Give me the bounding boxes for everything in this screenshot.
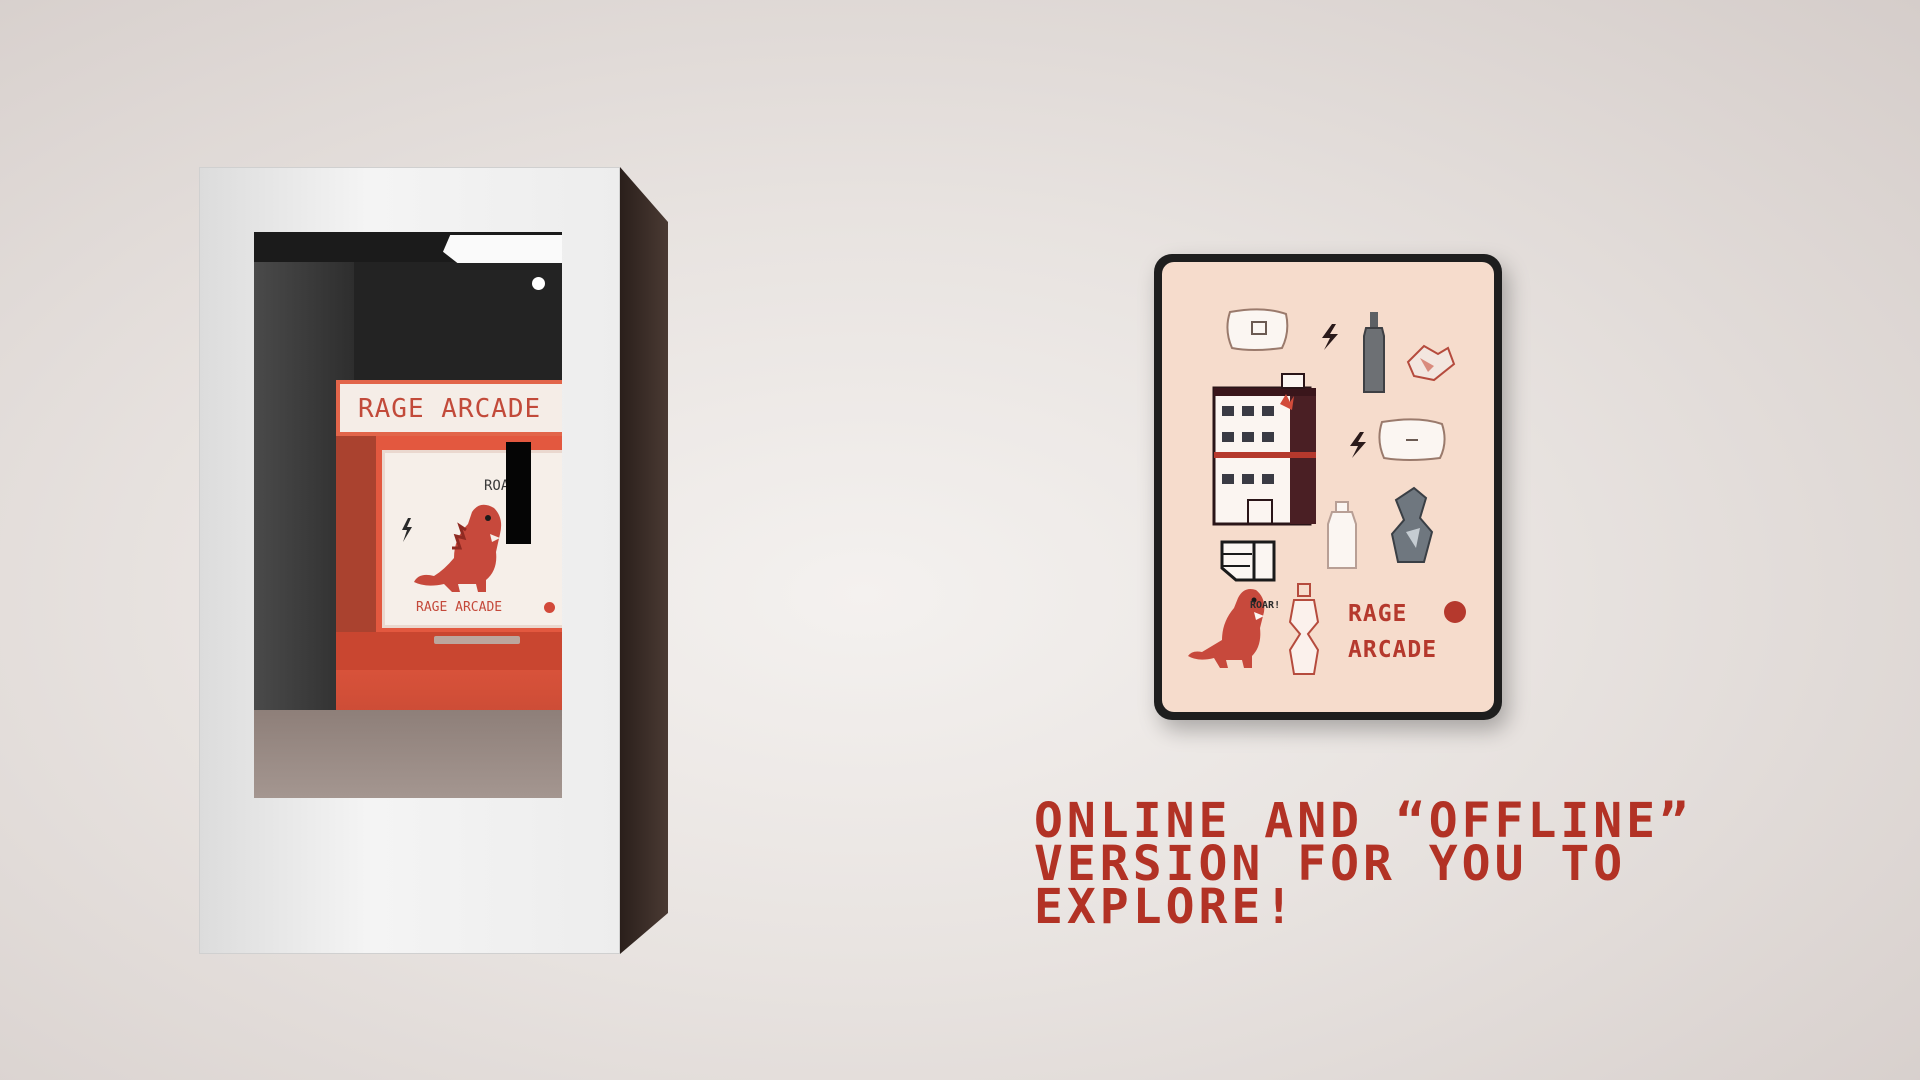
booth-window: RAGE ARCADE ROA RAGE ARCADE xyxy=(254,232,562,798)
crushed-can-icon xyxy=(1390,486,1434,563)
arcade-marquee-title: RAGE ARCADE xyxy=(358,394,542,424)
lightning-icon xyxy=(402,518,412,542)
arcade-marquee: RAGE ARCADE xyxy=(336,380,562,436)
angry-face-icon xyxy=(544,602,555,613)
tablet-title-line1: RAGE xyxy=(1348,601,1408,627)
lightning-icon xyxy=(1350,432,1366,458)
pillow-icon xyxy=(1226,308,1289,351)
screen-glitch-bar xyxy=(506,442,531,544)
glass-bottle-icon xyxy=(1327,501,1357,569)
tablet-screen: ROAR! RAGE ARCADE xyxy=(1162,262,1494,712)
caption-headline: ONLINE AND “OFFLINE” VERSION FOR YOU TO … xyxy=(1034,797,1794,935)
building-icon xyxy=(1212,373,1316,526)
caption-line-3: EXPLORE! xyxy=(1034,879,1298,935)
broken-glass-icon xyxy=(1406,344,1456,382)
lightning-icon xyxy=(1322,324,1338,350)
angry-face-icon xyxy=(1444,601,1466,623)
arcade-screen-title: RAGE ARCADE xyxy=(416,600,503,615)
booth-floor xyxy=(254,710,562,798)
tablet-illustration xyxy=(1188,308,1466,675)
arcade-coin-tray xyxy=(434,636,520,644)
ceiling-light xyxy=(443,235,562,263)
tablet-title-line2: ARCADE xyxy=(1348,637,1438,663)
broken-bottle-icon xyxy=(1288,583,1320,675)
bottle-icon xyxy=(1363,312,1385,393)
fist-icon xyxy=(1220,540,1276,582)
ceiling-spot-icon xyxy=(532,277,545,290)
pillow-icon xyxy=(1378,418,1446,461)
tablet-roar-text: ROAR! xyxy=(1250,600,1281,611)
tablet-device: ROAR! RAGE ARCADE xyxy=(1154,254,1502,720)
